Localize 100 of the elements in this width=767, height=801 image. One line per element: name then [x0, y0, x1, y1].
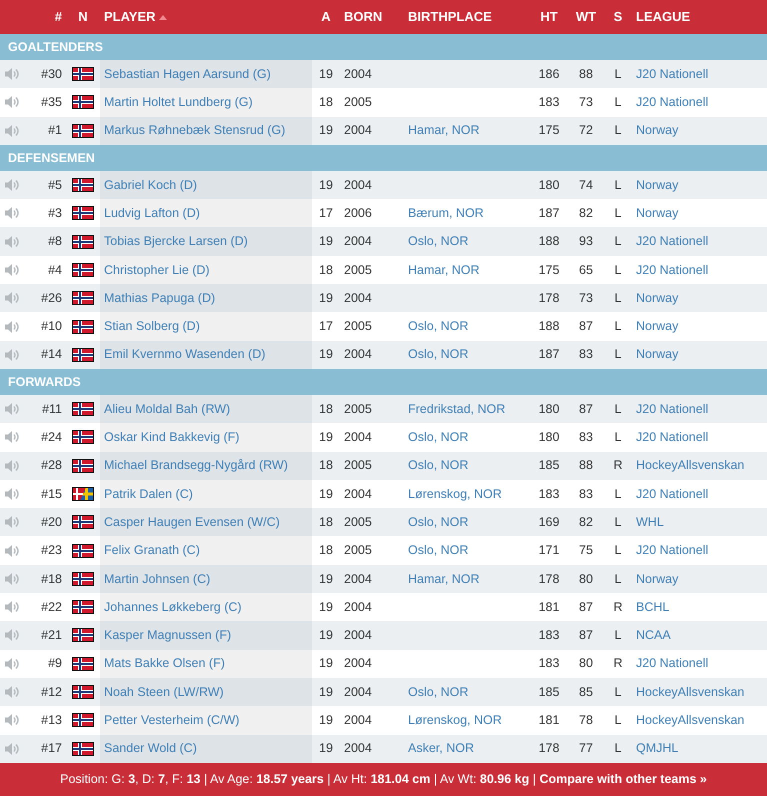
league-link[interactable]: J20 Nationell	[636, 262, 708, 277]
age-cell: 17	[319, 206, 333, 220]
league-link[interactable]: QMJHL	[636, 741, 678, 756]
birthplace-link[interactable]: Oslo, NOR	[408, 430, 468, 444]
compare-link[interactable]: Compare with other teams »	[539, 772, 707, 786]
column-header[interactable]: #	[54, 9, 62, 24]
jersey-number: #23	[41, 543, 62, 558]
jersey-number: #10	[41, 319, 62, 334]
speaker-icon[interactable]	[4, 544, 20, 558]
birth-year-cell: 2004	[344, 486, 372, 501]
birth-year-cell: 2005	[344, 402, 372, 416]
column-header[interactable]: N	[78, 9, 88, 24]
birthplace-link[interactable]: Hamar, NOR	[408, 262, 480, 277]
birthplace-link[interactable]: Bærum, NOR	[408, 206, 484, 220]
league-link[interactable]: NCAA	[636, 628, 671, 642]
speaker-icon[interactable]	[4, 402, 20, 416]
age-cell: 19	[319, 66, 333, 81]
speaker-icon[interactable]	[4, 206, 20, 220]
jersey-number: #13	[41, 713, 62, 727]
column-header[interactable]: A	[321, 9, 331, 24]
shoots-cell: L	[614, 234, 622, 248]
speaker-icon[interactable]	[4, 487, 20, 501]
birth-year-cell: 2004	[344, 572, 372, 586]
league-link[interactable]: J20 Nationell	[636, 656, 708, 670]
league-link[interactable]: Norway	[636, 290, 678, 305]
speaker-icon[interactable]	[4, 67, 20, 82]
age-cell: 17	[319, 319, 333, 334]
birth-year-cell: 2004	[344, 430, 372, 444]
weight-cell: 73	[579, 290, 593, 305]
speaker-icon[interactable]	[4, 178, 20, 192]
speaker-icon[interactable]	[4, 656, 20, 671]
speaker-icon[interactable]	[4, 95, 20, 110]
speaker-icon[interactable]	[4, 685, 20, 700]
height-cell: 188	[538, 319, 560, 334]
column-header[interactable]: WT	[576, 9, 596, 24]
speaker-icon[interactable]	[4, 320, 20, 334]
height-cell: 185	[538, 684, 560, 699]
birthplace-link[interactable]: Lørenskog, NOR	[408, 713, 502, 727]
speaker-icon[interactable]	[4, 742, 20, 756]
height-cell: 187	[538, 206, 560, 220]
age-cell: 18	[319, 543, 333, 558]
birthplace-link[interactable]: Oslo, NOR	[408, 543, 468, 558]
league-link[interactable]: J20 Nationell	[636, 430, 708, 444]
column-header[interactable]: HT	[540, 9, 558, 24]
birth-year-cell: 2004	[344, 628, 372, 642]
shoots-cell: L	[614, 543, 622, 558]
league-link[interactable]: Norway	[636, 572, 678, 586]
shoots-cell: L	[614, 95, 622, 110]
league-link[interactable]: Norway	[636, 123, 678, 138]
speaker-icon[interactable]	[4, 600, 20, 614]
league-link[interactable]: Norway	[636, 178, 678, 192]
speaker-icon[interactable]	[4, 515, 20, 530]
speaker-icon[interactable]	[4, 713, 20, 728]
league-link[interactable]: HockeyAllsvenskan	[636, 713, 744, 727]
shoots-cell: L	[614, 713, 622, 727]
birth-year-cell: 2004	[344, 234, 372, 248]
height-cell: 183	[538, 656, 560, 670]
weight-cell: 73	[579, 95, 593, 110]
birth-year-cell: 2004	[344, 178, 372, 192]
weight-cell: 82	[579, 206, 593, 220]
age-cell: 19	[319, 178, 333, 192]
shoots-cell: L	[614, 402, 622, 416]
league-link[interactable]: BCHL	[636, 600, 670, 614]
jersey-number: #4	[48, 262, 62, 277]
shoots-cell: L	[614, 206, 622, 220]
speaker-icon[interactable]	[4, 628, 20, 642]
birth-year-cell: 2004	[344, 66, 372, 81]
birth-year-cell: 2005	[344, 319, 372, 334]
speaker-icon[interactable]	[4, 262, 20, 277]
age-cell: 19	[319, 713, 333, 727]
weight-cell: 75	[579, 543, 593, 558]
league-link[interactable]: Norway	[636, 206, 678, 220]
column-header[interactable]: BIRTHPLACE	[408, 9, 492, 24]
height-cell: 188	[538, 234, 560, 248]
jersey-number: #15	[41, 486, 62, 501]
shoots-cell: L	[614, 430, 622, 444]
league-link[interactable]: Norway	[636, 347, 678, 362]
speaker-icon[interactable]	[4, 124, 20, 138]
league-link[interactable]: WHL	[636, 514, 664, 529]
league-link[interactable]: J20 Nationell	[636, 486, 708, 501]
birthplace-link[interactable]: Oslo, NOR	[408, 319, 468, 334]
league-link[interactable]: J20 Nationell	[636, 95, 708, 110]
speaker-icon[interactable]	[4, 234, 20, 249]
league-link[interactable]: J20 Nationell	[636, 543, 708, 558]
speaker-icon[interactable]	[4, 291, 20, 306]
league-link[interactable]: Norway	[636, 319, 678, 334]
birthplace-link[interactable]: Lørenskog, NOR	[408, 486, 502, 501]
column-header[interactable]: PLAYER	[104, 9, 167, 24]
height-cell: 171	[538, 543, 560, 558]
speaker-icon[interactable]	[4, 572, 20, 586]
speaker-icon[interactable]	[4, 430, 20, 444]
jersey-number: #5	[48, 178, 62, 192]
column-header[interactable]: BORN	[344, 9, 382, 24]
speaker-icon[interactable]	[4, 348, 20, 362]
weight-cell: 82	[579, 514, 593, 529]
weight-cell: 88	[579, 66, 593, 81]
column-header[interactable]: S	[614, 9, 622, 24]
speaker-icon[interactable]	[4, 458, 20, 473]
shoots-cell: L	[614, 347, 622, 362]
column-header[interactable]: LEAGUE	[636, 9, 690, 24]
